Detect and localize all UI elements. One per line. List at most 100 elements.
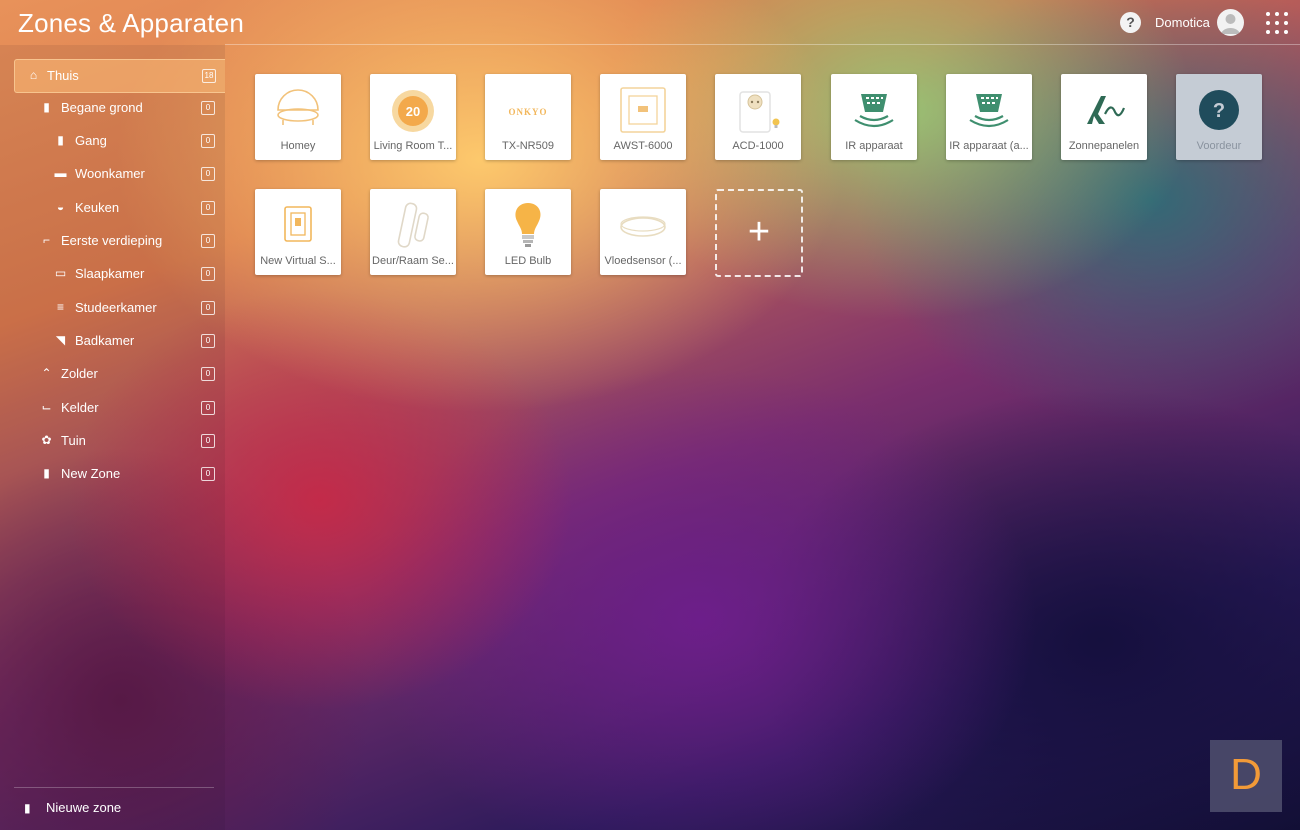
device-tile-homey[interactable]: Homey [255,74,341,160]
zone-count-badge: 0 [201,434,215,448]
user-name[interactable]: Domotica [1155,15,1210,30]
sidebar-item-studeerkamer[interactable]: ≡ Studeerkamer 0 [14,292,224,324]
device-label: Zonnepanelen [1068,140,1140,152]
thermostat-icon: 20 [392,90,434,132]
user-avatar-icon [1221,14,1240,34]
device-tile-tx-nr509[interactable]: ONKYO TX-NR509 [485,74,571,160]
device-tile-voordeur[interactable]: ? Voordeur [1176,74,1262,160]
page-title: Zones & Apparaten [18,8,244,38]
sidebar-item-begane-grond[interactable]: ▮ Begane grond 0 [14,92,224,124]
device-label: Vloedsensor (... [604,255,682,267]
sidebar-item-label: Slaapkamer [75,266,145,281]
stairs-down-icon: ⌙ [41,400,52,414]
sidebar-divider [14,787,214,788]
home-icon: ⌂ [29,68,38,82]
device-label: New Virtual S... [260,255,336,267]
solar-icon [1087,96,1126,124]
ir-remote-icon [969,94,1009,128]
sidebar-item-thuis[interactable]: ⌂ Thuis 18 [14,59,225,93]
sidebar-item-label: Tuin [61,433,86,448]
zone-count-badge: 0 [201,401,215,415]
add-device-button[interactable]: + [715,189,803,277]
brand-badge: D [1210,740,1282,812]
zone-count-badge: 0 [201,101,215,115]
onkyo-logo-icon: ONKYO [508,107,547,117]
flood-sensor-icon [620,216,666,237]
device-label: ACD-1000 [732,140,784,152]
unknown-device-icon: ? [1199,90,1239,130]
zone-count-badge: 18 [202,69,216,83]
flower-icon: ✿ [41,433,52,447]
sidebar-item-zolder[interactable]: ⌃ Zolder 0 [14,358,224,390]
device-tile-new-virtual-switch[interactable]: New Virtual S... [255,189,341,275]
virtual-switch-icon [284,206,312,242]
roof-icon: ⌃ [41,366,52,380]
sidebar-item-label: Eerste verdieping [61,233,163,248]
device-tile-awst-6000[interactable]: AWST-6000 [600,74,686,160]
bulb-icon [515,203,541,247]
zone-count-badge: 0 [201,467,215,481]
sidebar-item-label: Woonkamer [75,166,145,181]
sidebar-item-gang[interactable]: ▮ Gang 0 [14,125,224,157]
sidebar-item-label: Zolder [61,366,98,381]
brand-letter: D [1230,750,1262,799]
device-label: Deur/Raam Se... [372,255,454,267]
stairs-icon: ⌐ [42,233,50,247]
apps-grid-icon[interactable] [1266,12,1288,34]
zone-count-badge: 0 [201,201,215,215]
device-label: Living Room T... [373,140,453,152]
header-divider [225,44,1300,45]
zone-count-badge: 0 [201,367,215,381]
device-tile-ir-apparaat-2[interactable]: IR apparaat (a... [946,74,1032,160]
device-tile-zonnepanelen[interactable]: Zonnepanelen [1061,74,1147,160]
thermostat-display: 20 [406,104,420,119]
sidebar-item-label: Studeerkamer [75,300,157,315]
device-tile-vloedsensor[interactable]: Vloedsensor (... [600,189,686,275]
device-tile-led-bulb[interactable]: LED Bulb [485,189,571,275]
door-sensor-icon [397,202,429,248]
device-tile-ir-apparaat[interactable]: IR apparaat [831,74,917,160]
sidebar-item-label: Badkamer [75,333,135,348]
device-label: LED Bulb [504,255,552,267]
sidebar-item-badkamer[interactable]: ◥ Badkamer 0 [14,325,224,357]
sidebar-item-label: Gang [75,133,107,148]
sidebar-item-label: Keuken [75,200,120,215]
help-button[interactable]: ? [1120,12,1141,33]
bed-icon: ▭ [54,266,67,280]
sidebar-item-eerste-verdieping[interactable]: ⌐ Eerste verdieping 0 [14,225,224,257]
sidebar-item-tuin[interactable]: ✿ Tuin 0 [14,425,224,457]
zone-count-badge: 0 [201,334,215,348]
plus-icon: + [747,211,771,253]
device-tile-living-room-thermostat[interactable]: 20 Living Room T... [370,74,456,160]
pot-icon: ◒ [56,200,65,214]
device-tile-acd-1000[interactable]: ACD-1000 [715,74,801,160]
top-bar: Zones & Apparaten ? Domotica [0,0,1300,45]
device-tile-deur-raam-sensor[interactable]: Deur/Raam Se... [370,189,456,275]
wall-switch-icon [620,87,666,133]
unknown-device-glyph: ? [1213,100,1225,122]
onkyo-logo-text: ONKYO [508,107,547,117]
sidebar-item-label: Begane grond [61,100,143,115]
avatar[interactable] [1217,9,1244,36]
sidebar-item-label: Thuis [47,68,79,83]
shower-icon: ◥ [55,333,66,347]
zone-count-badge: 0 [201,234,215,248]
zone-count-badge: 0 [201,134,215,148]
zone-count-badge: 0 [201,301,215,315]
sidebar-item-kelder[interactable]: ⌙ Kelder 0 [14,392,224,424]
zone-count-badge: 0 [201,267,215,281]
sidebar-item-slaapkamer[interactable]: ▭ Slaapkamer 0 [14,258,224,290]
device-label: IR apparaat (a... [949,140,1029,152]
device-label: AWST-6000 [613,140,673,152]
sidebar-item-label: Kelder [61,400,99,415]
device-label: Voordeur [1196,140,1242,152]
sidebar-item-label: New Zone [61,466,121,481]
sidebar-item-keuken[interactable]: ◒ Keuken 0 [14,192,224,224]
sidebar-item-new-zone[interactable]: ▮ New Zone 0 [14,458,224,490]
books-icon: ≡ [56,300,64,314]
sofa-icon: ▬ [54,166,67,180]
door-icon: ▮ [57,133,64,147]
new-zone-button[interactable]: ▮ Nieuwe zone [24,800,121,815]
sidebar-item-woonkamer[interactable]: ▬ Woonkamer 0 [14,158,224,190]
device-label: IR apparaat [845,140,903,152]
